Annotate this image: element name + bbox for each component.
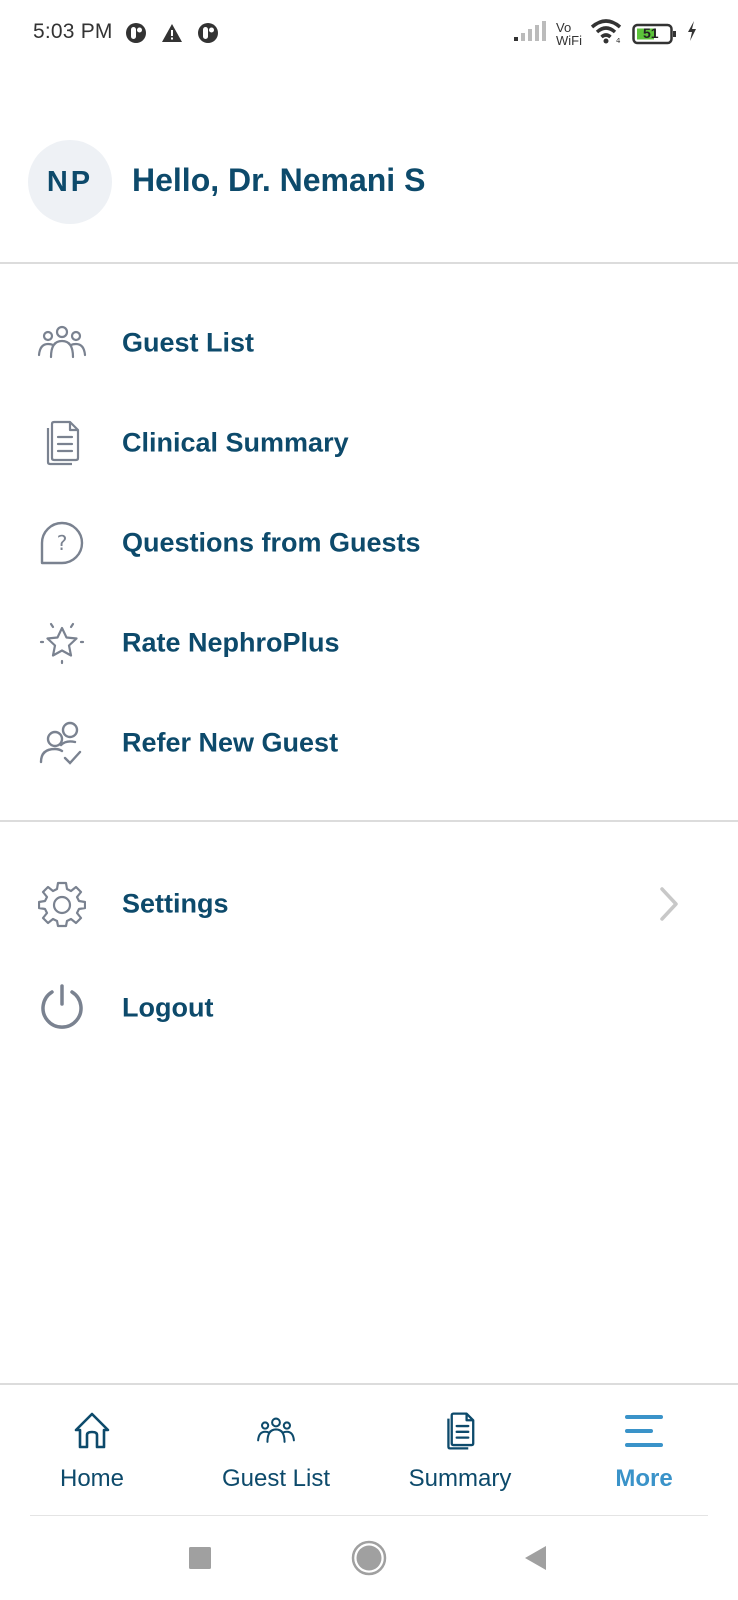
power-icon [36, 982, 88, 1034]
back-button[interactable] [514, 1536, 558, 1580]
nav-label: Guest List [221, 1465, 331, 1492]
home-button[interactable] [347, 1536, 391, 1580]
menu-label: Refer New Guest [122, 727, 339, 758]
nav-label: Home [59, 1465, 125, 1492]
users-icon [36, 317, 88, 369]
greeting: Hello, Dr. Nemani S [132, 162, 426, 198]
menu-label: Guest List [122, 327, 255, 358]
menu-item-guest-list[interactable]: Guest List [0, 303, 738, 383]
circle-icon [351, 1540, 387, 1576]
battery-icon: 51 [632, 23, 678, 45]
bottom-nav: Home Guest List Summary More [0, 1385, 738, 1513]
battery-level: 51 [643, 24, 659, 41]
document-icon [36, 417, 88, 469]
avatar: NP [28, 140, 112, 224]
menu-label: Settings [122, 888, 229, 919]
nav-item-guest-list[interactable]: Guest List [184, 1385, 368, 1513]
status-bar: 5:03 PM Vo WiFi 4 51 [0, 0, 738, 70]
signal-icon [514, 19, 548, 48]
vowifi-icon: Vo WiFi [556, 21, 582, 47]
menu-item-refer-new-guest[interactable]: Refer New Guest [0, 703, 738, 783]
vowifi-bottom: WiFi [556, 32, 582, 48]
star-icon [36, 617, 88, 669]
nav-label: More [615, 1465, 673, 1492]
nav-item-summary[interactable]: Summary [368, 1385, 552, 1513]
chevron-right-icon [656, 884, 682, 924]
menu-icon [622, 1409, 666, 1453]
gear-icon [36, 878, 88, 930]
vowifi-top: Vo [556, 19, 572, 35]
nav-item-home[interactable]: Home [0, 1385, 184, 1513]
app-notification-icon [197, 22, 219, 49]
svg-text:?: ? [57, 531, 68, 555]
status-left-icons [125, 22, 219, 49]
svg-text:4: 4 [616, 37, 621, 44]
menu-label: Clinical Summary [122, 427, 349, 458]
menu-item-questions-from-guests[interactable]: ? Questions from Guests [0, 503, 738, 583]
question-bubble-icon: ? [36, 517, 88, 569]
recents-button[interactable] [178, 1536, 222, 1580]
menu-item-settings[interactable]: Settings [0, 864, 738, 944]
avatar-initials: NP [46, 165, 94, 198]
system-nav-bar [0, 1516, 738, 1600]
square-icon [189, 1547, 211, 1569]
charging-icon [686, 20, 698, 47]
wifi-icon: 4 [590, 18, 624, 49]
status-time: 5:03 PM [33, 20, 113, 43]
menu-label: Questions from Guests [122, 527, 421, 558]
status-right-icons: Vo WiFi 4 51 [514, 18, 698, 49]
profile-header: NP Hello, Dr. Nemani S [0, 138, 738, 224]
menu-item-logout[interactable]: Logout [0, 968, 738, 1048]
divider [0, 820, 738, 822]
divider [0, 262, 738, 264]
menu-label: Logout [122, 992, 214, 1023]
back-triangle-icon [525, 1546, 546, 1570]
refer-user-icon [36, 717, 88, 769]
warning-icon [161, 23, 183, 48]
nav-label: Summary [408, 1465, 512, 1492]
menu-item-clinical-summary[interactable]: Clinical Summary [0, 403, 738, 483]
app-notification-icon [125, 22, 147, 49]
home-icon [70, 1409, 114, 1453]
nav-item-more[interactable]: More [552, 1385, 736, 1513]
menu-label: Rate NephroPlus [122, 627, 340, 658]
users-icon [254, 1409, 298, 1453]
menu-item-rate-nephroplus[interactable]: Rate NephroPlus [0, 603, 738, 683]
document-icon [438, 1409, 482, 1453]
